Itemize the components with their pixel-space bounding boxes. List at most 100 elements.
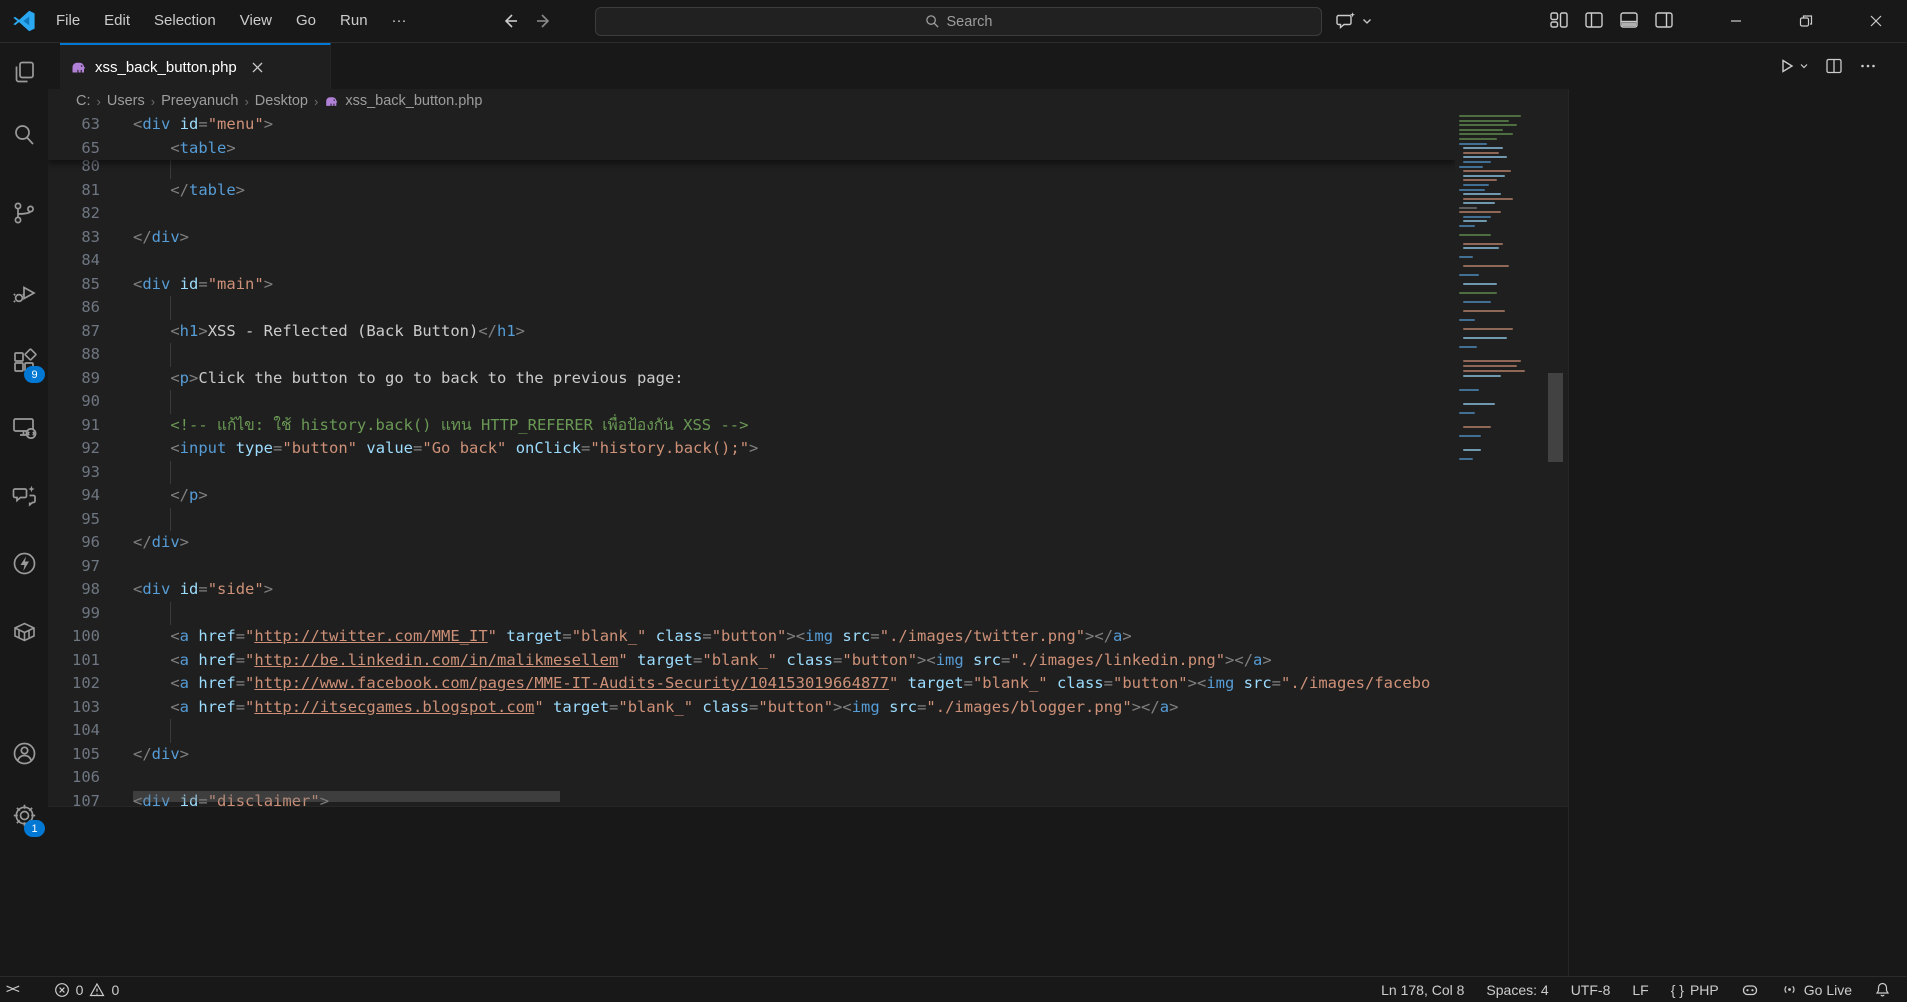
code-text[interactable] <box>133 719 1455 743</box>
sidebar-item-source-control[interactable] <box>0 189 48 237</box>
code-text[interactable]: <a href="http://be.linkedin.com/in/malik… <box>133 649 1455 673</box>
code-text[interactable] <box>133 555 1455 579</box>
code-text[interactable]: <a href="http://itsecgames.blogspot.com"… <box>133 696 1455 720</box>
line-number[interactable]: 65 <box>48 137 100 161</box>
code-region[interactable]: 8081 </table>8283</div>8485<div id="main… <box>48 113 1455 806</box>
notifications-bell[interactable] <box>1874 981 1891 998</box>
code-line[interactable]: 96</div> <box>48 531 1455 555</box>
code-line[interactable]: 105 </div> <box>48 743 1455 767</box>
menu-file[interactable]: File <box>44 0 92 42</box>
code-line[interactable]: 65 <table> <box>48 137 1455 161</box>
line-number[interactable]: 103 <box>48 696 100 720</box>
code-text[interactable]: <input type="button" value="Go back" onC… <box>133 437 1455 461</box>
sidebar-item-thunder-client[interactable] <box>0 539 48 587</box>
code-text[interactable] <box>133 508 1455 532</box>
code-text[interactable] <box>133 343 1455 367</box>
code-text[interactable]: <div id="side"> <box>133 578 1455 602</box>
toggle-primary-sidebar-icon[interactable] <box>1583 9 1605 31</box>
copilot-chat-button[interactable] <box>1335 8 1373 34</box>
forward-arrow-icon[interactable] <box>534 11 554 31</box>
code-line[interactable]: 97 <box>48 555 1455 579</box>
line-number[interactable]: 83 <box>48 226 100 250</box>
code-text[interactable] <box>133 390 1455 414</box>
code-text[interactable]: </div> <box>133 226 1455 250</box>
line-number[interactable]: 101 <box>48 649 100 673</box>
tab-close-icon[interactable] <box>251 61 264 74</box>
line-number[interactable]: 97 <box>48 555 100 579</box>
breadcrumb-item[interactable]: Preeyanuch <box>161 93 238 109</box>
line-number[interactable]: 96 <box>48 531 100 555</box>
line-number[interactable]: 81 <box>48 179 100 203</box>
code-text[interactable] <box>133 461 1455 485</box>
vertical-scrollbar-thumb[interactable] <box>1548 373 1563 462</box>
menu-edit[interactable]: Edit <box>92 0 142 42</box>
line-number[interactable]: 89 <box>48 367 100 391</box>
code-text[interactable]: <p>Click the button to go to back to the… <box>133 367 1455 391</box>
code-line[interactable]: 100 <a href="http://twitter.com/MME_IT" … <box>48 625 1455 649</box>
code-line[interactable]: 86 <box>48 296 1455 320</box>
split-editor-button[interactable] <box>1825 57 1843 75</box>
line-number[interactable]: 98 <box>48 578 100 602</box>
sidebar-item-extensions[interactable]: 9 <box>0 337 48 385</box>
code-line[interactable]: 91 <!-- แก้ไข: ใช้ history.back() แทน HT… <box>48 414 1455 438</box>
line-number[interactable]: 99 <box>48 602 100 626</box>
line-number[interactable]: 92 <box>48 437 100 461</box>
document-link[interactable]: http://itsecgames.blogspot.com <box>254 698 534 716</box>
line-number[interactable]: 95 <box>48 508 100 532</box>
code-text[interactable] <box>133 602 1455 626</box>
indentation[interactable]: Spaces: 4 <box>1486 982 1548 998</box>
code-line[interactable]: 88 <box>48 343 1455 367</box>
line-number[interactable]: 104 <box>48 719 100 743</box>
breadcrumb-item[interactable]: Users <box>107 93 145 109</box>
code-text[interactable]: </table> <box>133 179 1455 203</box>
run-button[interactable] <box>1778 57 1809 75</box>
code-text[interactable]: <h1>XSS - Reflected (Back Button)</h1> <box>133 320 1455 344</box>
sidebar-item-explorer[interactable] <box>0 48 48 96</box>
code-line[interactable]: 106 <box>48 766 1455 790</box>
code-text[interactable]: </p> <box>133 484 1455 508</box>
code-line[interactable]: 104 <box>48 719 1455 743</box>
line-number[interactable]: 84 <box>48 249 100 273</box>
remote-indicator[interactable]: >< <box>6 982 18 997</box>
eol-sequence[interactable]: LF <box>1632 982 1648 998</box>
breadcrumb-file[interactable]: xss_back_button.php <box>324 93 482 109</box>
back-arrow-icon[interactable] <box>500 11 520 31</box>
minimap[interactable] <box>1455 113 1545 806</box>
line-number[interactable]: 88 <box>48 343 100 367</box>
sidebar-item-remote-explorer[interactable] <box>0 403 48 451</box>
breadcrumb-item[interactable]: Desktop <box>255 93 308 109</box>
code-line[interactable]: 95 <box>48 508 1455 532</box>
more-actions-button[interactable] <box>1859 57 1877 75</box>
vertical-scrollbar[interactable] <box>1545 113 1568 806</box>
sidebar-item-containers[interactable] <box>0 607 48 655</box>
toggle-panel-icon[interactable] <box>1618 9 1640 31</box>
encoding[interactable]: UTF-8 <box>1571 982 1611 998</box>
line-number[interactable]: 85 <box>48 273 100 297</box>
customize-layout-icon[interactable] <box>1548 9 1570 31</box>
code-text[interactable]: <table> <box>133 137 1455 161</box>
sidebar-item-search[interactable] <box>0 111 48 159</box>
command-center-search[interactable]: Search <box>595 7 1322 36</box>
restore-button[interactable] <box>1783 0 1829 42</box>
code-line[interactable]: 98 <div id="side"> <box>48 578 1455 602</box>
line-number[interactable]: 82 <box>48 202 100 226</box>
toggle-secondary-sidebar-icon[interactable] <box>1653 9 1675 31</box>
code-line[interactable]: 92 <input type="button" value="Go back" … <box>48 437 1455 461</box>
code-text[interactable]: </div> <box>133 743 1455 767</box>
code-text[interactable]: <a href="http://twitter.com/MME_IT" targ… <box>133 625 1455 649</box>
cursor-position[interactable]: Ln 178, Col 8 <box>1381 982 1464 998</box>
code-text[interactable] <box>133 296 1455 320</box>
line-number[interactable]: 87 <box>48 320 100 344</box>
menu-run[interactable]: Run <box>328 0 380 42</box>
sidebar-item-chat[interactable] <box>0 471 48 519</box>
line-number[interactable]: 86 <box>48 296 100 320</box>
breadcrumb-item[interactable]: C: <box>76 93 91 109</box>
code-text[interactable] <box>133 249 1455 273</box>
line-number[interactable]: 63 <box>48 113 100 137</box>
menu-go[interactable]: Go <box>284 0 328 42</box>
line-number[interactable]: 105 <box>48 743 100 767</box>
code-line[interactable]: 90 <box>48 390 1455 414</box>
sidebar-item-run-debug[interactable] <box>0 269 48 317</box>
line-number[interactable]: 91 <box>48 414 100 438</box>
code-line[interactable]: 82 <box>48 202 1455 226</box>
